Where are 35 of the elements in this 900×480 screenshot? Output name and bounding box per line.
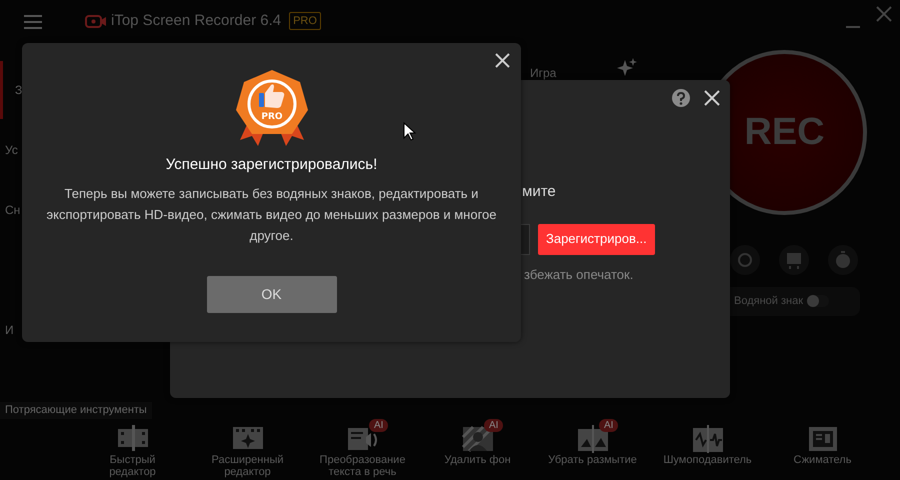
watermark-toggle[interactable] [807, 295, 830, 308]
tool-button[interactable]: Быстрый редактор [75, 419, 190, 478]
tool-button[interactable]: AI Удалить фон [420, 419, 535, 466]
hint-text: збежать опечаток. [524, 266, 634, 284]
watermark-label: Водяной знак [734, 294, 804, 309]
tool-button[interactable]: Шумоподавитель [650, 419, 765, 466]
sidebar-item[interactable]: Ус [0, 143, 18, 157]
tool-button[interactable]: AI Убрать размытие [535, 419, 650, 466]
tool-button[interactable]: Расширенный редактор [190, 419, 305, 478]
dialog-message: Теперь вы можете записывать без водяных знаков, редактировать и экспортировать HD-видео, сжимать видео до меньших размеров и многое другое. [46, 184, 498, 245]
help-button[interactable] [672, 89, 690, 107]
ai-badge: AI [369, 419, 388, 432]
pro-badge: PRO [289, 12, 321, 30]
mode-tab[interactable]: Игра [530, 64, 556, 82]
ai-badge: AI [484, 419, 504, 432]
instruction-text: мите [522, 182, 557, 202]
register-button[interactable]: Зарегистриров... [538, 224, 655, 254]
screen-icon[interactable] [779, 245, 809, 275]
tool-button[interactable]: Сжиматель [765, 419, 880, 466]
tool-button[interactable]: AI Преобразование текста в речь [305, 419, 420, 478]
mouse-cursor-icon [403, 122, 416, 141]
waveform-icon [690, 423, 724, 453]
app-title: iTop Screen Recorder 6.4 [111, 10, 282, 31]
ok-button[interactable]: OK [206, 276, 336, 312]
timer-icon[interactable] [828, 245, 858, 275]
sparkle-icon[interactable] [616, 58, 638, 76]
sidebar-item[interactable]: И [0, 323, 14, 337]
menu-button[interactable] [24, 13, 42, 29]
film-icon [116, 423, 150, 453]
dialog-title: Успешно зарегистрировались! [164, 155, 378, 175]
circle-icon[interactable] [730, 245, 760, 275]
ai-badge: AI [599, 419, 618, 432]
sidebar-item[interactable]: Сн [0, 203, 20, 217]
camera-logo-icon [85, 12, 107, 30]
section-title: Потрясающие инструменты [0, 402, 152, 419]
